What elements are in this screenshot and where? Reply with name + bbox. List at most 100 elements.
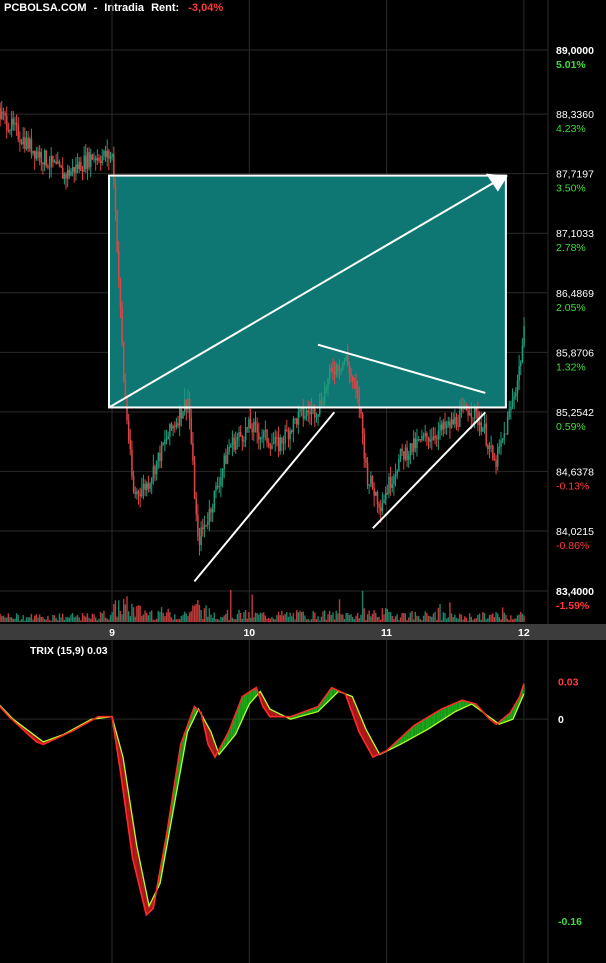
candle-body — [501, 438, 504, 441]
candle-body — [238, 432, 240, 437]
candle-body — [287, 430, 290, 440]
candle-body — [510, 406, 512, 411]
volume-bar — [498, 617, 501, 622]
volume-bar — [167, 608, 169, 622]
volume-bar — [210, 614, 212, 622]
time-tick-label: 12 — [518, 627, 530, 639]
volume-bar — [304, 615, 306, 622]
candle-body — [131, 449, 133, 477]
candle-body — [129, 439, 132, 450]
candle-body — [381, 503, 384, 512]
candle-body — [116, 211, 118, 252]
volume-bar — [14, 618, 16, 622]
candle-body — [172, 426, 174, 429]
volume-bar — [193, 605, 196, 622]
candle-body — [91, 154, 94, 160]
candle-body — [53, 161, 56, 163]
volume-bar — [365, 619, 367, 622]
candle-body — [63, 173, 66, 179]
percent-tick-label: 2.05% — [556, 302, 586, 314]
volume-bar — [58, 613, 61, 622]
volume-bar — [187, 616, 189, 622]
candle-body — [134, 492, 137, 495]
candle-body — [109, 156, 112, 159]
candle-body — [439, 424, 441, 431]
trix-y-label: -0.16 — [558, 916, 582, 928]
candle-body — [337, 364, 339, 372]
candle-body — [0, 107, 1, 120]
volume-bar — [244, 610, 247, 622]
volume-bar — [266, 618, 268, 622]
volume-bar — [233, 618, 235, 622]
volume-bar — [406, 620, 408, 622]
candle-body — [188, 398, 191, 419]
candle-body — [142, 483, 145, 490]
candle-body — [488, 445, 491, 450]
candle-body — [467, 410, 469, 416]
price-tick-label: 85,2542 — [556, 407, 594, 419]
candle-body — [406, 447, 408, 461]
percent-tick-label: 4.23% — [556, 123, 586, 135]
candle-body — [62, 167, 64, 179]
candle-body — [325, 388, 328, 390]
volume-bar — [0, 613, 1, 622]
volume-bar — [263, 612, 265, 622]
volume-bar — [75, 616, 77, 622]
candle-body — [208, 509, 211, 523]
percent-tick-label: 1.32% — [556, 361, 586, 373]
volume-bar — [483, 613, 486, 622]
candle-body — [34, 150, 36, 159]
candle-body — [282, 442, 285, 444]
volume-bar — [164, 616, 166, 622]
volume-bar — [356, 613, 359, 622]
candle-body — [404, 447, 407, 460]
candle-body — [445, 424, 448, 429]
volume-bar — [340, 614, 342, 622]
volume-bar — [9, 616, 11, 622]
candle-body — [376, 491, 379, 505]
candle-body — [45, 150, 48, 166]
candle-body — [508, 410, 511, 418]
volume-bar — [19, 620, 21, 622]
candle-body — [76, 164, 79, 169]
volume-bar — [475, 618, 477, 622]
volume-bar — [170, 617, 173, 622]
volume-bar — [25, 617, 28, 622]
candle-body — [183, 399, 186, 412]
candle-body — [27, 137, 29, 149]
candle-body — [414, 438, 417, 449]
candle-body — [493, 458, 496, 461]
volume-bar — [136, 606, 138, 622]
candle-body — [1, 111, 3, 120]
candle-body — [444, 421, 446, 429]
candle-body — [190, 418, 193, 444]
volume-bar — [345, 613, 347, 622]
trix-signal-line — [0, 690, 525, 909]
volume-bar — [449, 602, 451, 622]
volume-bar — [408, 617, 410, 622]
candle-body — [104, 150, 107, 158]
volume-bar — [492, 613, 494, 622]
candle-body — [371, 476, 374, 489]
volume-bar — [88, 617, 90, 622]
candle-body — [152, 466, 155, 479]
volume-bar — [248, 612, 250, 622]
volume-bar — [177, 618, 179, 622]
candle-body — [401, 448, 403, 452]
candle-body — [37, 151, 39, 158]
volume-bar — [27, 617, 29, 622]
volume-bar — [403, 613, 405, 622]
candle-body — [154, 466, 156, 475]
candle-body — [515, 392, 517, 397]
volume-bar — [63, 619, 66, 622]
volume-bar — [85, 616, 87, 622]
volume-bar — [86, 613, 89, 622]
candle-body — [19, 139, 21, 143]
candle-body — [202, 527, 204, 530]
volume-bar — [363, 608, 365, 622]
candle-body — [487, 444, 489, 450]
volume-bar — [302, 611, 304, 622]
volume-bar — [174, 614, 176, 622]
volume-bar — [281, 610, 283, 622]
candle-body — [226, 451, 229, 464]
